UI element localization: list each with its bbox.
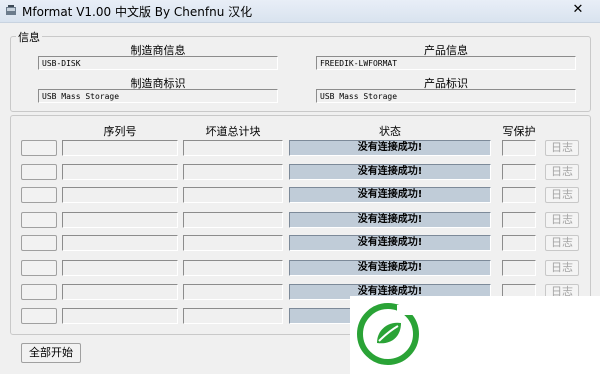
log-button[interactable]: 日志 bbox=[545, 260, 579, 276]
bad-blocks-field bbox=[183, 164, 283, 180]
log-button[interactable]: 日志 bbox=[545, 140, 579, 156]
serial-field bbox=[62, 212, 178, 228]
log-button[interactable]: 日志 bbox=[545, 187, 579, 203]
title-bar[interactable]: Mformat V1.00 中文版 By Chenfnu 汉化 ✕ bbox=[0, 0, 600, 23]
bad-blocks-field bbox=[183, 212, 283, 228]
write-protect-field bbox=[502, 235, 536, 251]
bad-blocks-field bbox=[183, 308, 283, 324]
device-select-button[interactable] bbox=[21, 235, 57, 251]
serial-header: 序列号 bbox=[103, 125, 137, 138]
serial-field bbox=[62, 260, 178, 276]
leaf-logo bbox=[357, 303, 419, 365]
serial-field bbox=[62, 284, 178, 300]
status-field: 没有连接成功! bbox=[289, 235, 491, 251]
manufacturer-id-field: USB Mass Storage bbox=[38, 89, 278, 103]
write-protect-field bbox=[502, 140, 536, 156]
mformat-window: Mformat V1.00 中文版 By Chenfnu 汉化 ✕ 信息 制造商… bbox=[0, 0, 600, 374]
serial-field bbox=[62, 164, 178, 180]
serial-field bbox=[62, 308, 178, 324]
drive-icon bbox=[6, 5, 16, 15]
write-protect-field bbox=[502, 260, 536, 276]
device-select-button[interactable] bbox=[21, 164, 57, 180]
device-select-button[interactable] bbox=[21, 308, 57, 324]
status-header: 状态 bbox=[379, 125, 401, 138]
write-protect-field bbox=[502, 164, 536, 180]
bad-blocks-field bbox=[183, 187, 283, 203]
serial-field bbox=[62, 187, 178, 203]
status-field: 没有连接成功! bbox=[289, 140, 491, 156]
status-field: 没有连接成功! bbox=[289, 164, 491, 180]
bad-blocks-field bbox=[183, 140, 283, 156]
log-button[interactable]: 日志 bbox=[545, 164, 579, 180]
write-protect-field bbox=[502, 212, 536, 228]
status-field: 没有连接成功! bbox=[289, 212, 491, 228]
serial-field bbox=[62, 235, 178, 251]
device-select-button[interactable] bbox=[21, 140, 57, 156]
bad-blocks-header: 坏道总计块 bbox=[205, 125, 261, 138]
status-field: 没有连接成功! bbox=[289, 187, 491, 203]
product-info-field: FREEDIK-LWFORMAT bbox=[316, 56, 576, 70]
manufacturer-info-field: USB-DISK bbox=[38, 56, 278, 70]
device-select-button[interactable] bbox=[21, 187, 57, 203]
write-protect-header: 写保护 bbox=[502, 125, 536, 138]
device-select-button[interactable] bbox=[21, 212, 57, 228]
device-select-button[interactable] bbox=[21, 284, 57, 300]
log-button[interactable]: 日志 bbox=[545, 212, 579, 228]
write-protect-field bbox=[502, 187, 536, 203]
bad-blocks-field bbox=[183, 235, 283, 251]
device-select-button[interactable] bbox=[21, 260, 57, 276]
start-all-button[interactable]: 全部开始 bbox=[21, 343, 81, 363]
window-title: Mformat V1.00 中文版 By Chenfnu 汉化 bbox=[22, 5, 253, 19]
bad-blocks-field bbox=[183, 260, 283, 276]
serial-field bbox=[62, 140, 178, 156]
log-button[interactable]: 日志 bbox=[545, 235, 579, 251]
status-field: 没有连接成功! bbox=[289, 260, 491, 276]
bad-blocks-field bbox=[183, 284, 283, 300]
close-button[interactable]: ✕ bbox=[556, 0, 600, 20]
product-id-field: USB Mass Storage bbox=[316, 89, 576, 103]
